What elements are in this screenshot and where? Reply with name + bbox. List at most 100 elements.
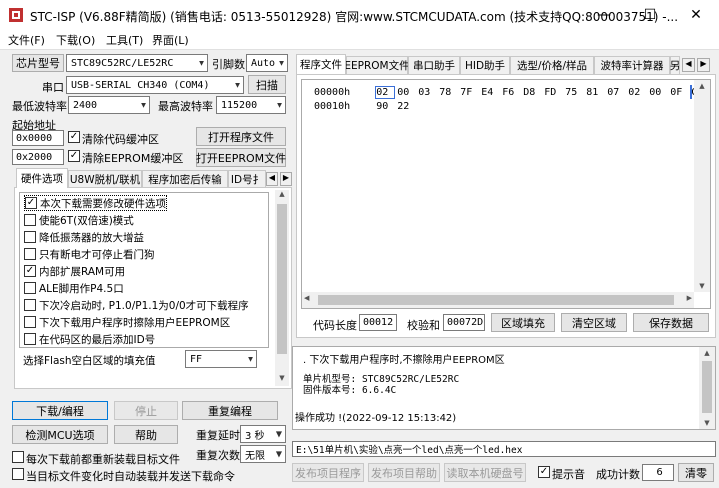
hw-option-checkbox[interactable] [24, 282, 36, 294]
hex-byte[interactable]: F6 [502, 87, 520, 98]
maximize-button[interactable]: ☐ [627, 0, 673, 30]
read-disk-serial-button[interactable]: 读取本机硬盘号 [444, 463, 526, 482]
repeat-delay-select[interactable]: 3 秒 ▼ [240, 425, 286, 443]
hw-option-item[interactable]: ALE脚用作P4.5口 [24, 280, 124, 296]
repeat-count-select[interactable]: 无限 ▼ [240, 445, 286, 463]
tab-program-file[interactable]: 程序文件 [296, 54, 346, 74]
eeprom-start-address-input[interactable]: 0x2000 [12, 149, 64, 165]
scan-button[interactable]: 扫描 [248, 75, 286, 94]
hex-viewer[interactable]: 00000h 020003787FE4F6D8FD75810702000FC2 … [301, 79, 711, 309]
hw-option-checkbox[interactable]: ✓ [25, 197, 37, 209]
tab-selection-price[interactable]: 选型/价格/样品 [510, 56, 594, 74]
tab-scroll-right-icon[interactable]: ▶ [280, 172, 292, 186]
tab-scroll-right-icon[interactable]: ▶ [697, 58, 710, 72]
hex-byte[interactable]: 02 [375, 86, 396, 99]
tab-id[interactable]: ID号扌 [228, 170, 266, 188]
clear-code-checkbox[interactable]: ✓ [68, 131, 80, 143]
menu-file[interactable]: 文件(F) [8, 32, 45, 48]
scroll-down-icon[interactable]: ▼ [699, 419, 715, 427]
log-scrollbar[interactable]: ▲ ▼ [699, 347, 715, 429]
scroll-right-icon[interactable]: ▶ [687, 294, 692, 302]
code-start-address-input[interactable]: 0x0000 [12, 130, 64, 146]
help-button[interactable]: 帮助 [114, 425, 178, 444]
tab-more[interactable]: 另 [670, 56, 680, 74]
open-eeprom-file-button[interactable]: 打开EEPROM文件 [196, 148, 286, 167]
chip-model-select[interactable]: STC89C52RC/LE52RC ▼ [66, 54, 208, 72]
tab-serial-assistant[interactable]: 串口助手 [408, 56, 460, 74]
reprogram-button[interactable]: 重复编程 [182, 401, 278, 420]
hw-option-item[interactable]: 下次冷启动时, P1.0/P1.1为0/0才可下载程序 [24, 297, 249, 313]
hex-horizontal-scrollbar[interactable]: ◀ ▶ [302, 292, 694, 308]
hex-byte[interactable]: 00 [649, 87, 667, 98]
tab-u8w[interactable]: U8W脱机/联机 [68, 170, 142, 188]
hw-option-item[interactable]: 只有断电才可停止看门狗 [24, 246, 155, 262]
hw-options-scrollbar[interactable]: ▲ ▼ [275, 190, 289, 386]
hw-option-checkbox[interactable] [24, 214, 36, 226]
stop-button[interactable]: 停止 [114, 401, 178, 420]
tab-hardware-options[interactable]: 硬件选项 [16, 168, 68, 188]
hw-option-item[interactable]: 使能6T(双倍速)模式 [24, 212, 134, 228]
publish-program-button[interactable]: 发布项目程序 [292, 463, 364, 482]
reload-before-download-checkbox[interactable] [12, 451, 24, 463]
scrollbar-thumb[interactable] [318, 295, 674, 305]
hex-byte[interactable]: 81 [586, 87, 604, 98]
hex-byte[interactable]: D8 [523, 87, 541, 98]
scroll-up-icon[interactable]: ▲ [699, 349, 715, 357]
hex-bytes[interactable]: 90 22 [376, 101, 418, 112]
hex-byte[interactable]: 7F [460, 87, 478, 98]
hw-option-item[interactable]: 下次下载用户程序时擦除用户EEPROM区 [24, 314, 230, 330]
close-button[interactable]: ✕ [673, 0, 719, 30]
hw-option-checkbox[interactable] [24, 231, 36, 243]
hex-byte[interactable]: 90 [376, 101, 394, 112]
hex-byte[interactable]: 75 [565, 87, 583, 98]
hex-vertical-scrollbar[interactable]: ▲ ▼ [694, 80, 710, 292]
auto-reload-checkbox[interactable] [12, 468, 24, 480]
minimize-button[interactable]: — [581, 0, 627, 30]
hw-option-item[interactable]: ✓ 内部扩展RAM可用 [24, 263, 125, 279]
tab-baud-calculator[interactable]: 波特率计算器 [594, 56, 670, 74]
tab-scroll-left-icon[interactable]: ◀ [266, 172, 278, 186]
save-data-button[interactable]: 保存数据 [633, 313, 709, 332]
hw-option-checkbox[interactable]: ✓ [24, 265, 36, 277]
hw-option-checkbox[interactable] [24, 333, 36, 345]
check-mcu-options-button[interactable]: 检测MCU选项 [12, 425, 108, 444]
tab-hid-assistant[interactable]: HID助手 [460, 56, 510, 74]
hex-byte[interactable]: 78 [439, 87, 457, 98]
scroll-up-icon[interactable]: ▲ [275, 190, 289, 202]
hw-option-item[interactable]: ✓ 本次下载需要修改硬件选项 [24, 195, 167, 211]
beep-checkbox[interactable]: ✓ [538, 466, 550, 478]
hex-byte[interactable]: 03 [418, 87, 436, 98]
port-select[interactable]: USB-SERIAL CH340 (COM4) ▼ [66, 76, 244, 94]
download-program-button[interactable]: 下载/编程 [12, 401, 108, 420]
scroll-down-icon[interactable]: ▼ [694, 282, 710, 290]
hex-byte[interactable]: 22 [397, 101, 415, 112]
hex-byte[interactable]: 02 [628, 87, 646, 98]
hex-byte[interactable]: E4 [481, 87, 499, 98]
max-baud-select[interactable]: 115200 ▼ [216, 96, 286, 114]
log-output[interactable]: . 下次下载用户程序时,不擦除用户EEPROM区 单片机型号: STC89C52… [292, 346, 716, 430]
tab-encrypted-transfer[interactable]: 程序加密后传输 [142, 170, 228, 188]
hex-byte[interactable]: 07 [607, 87, 625, 98]
hex-byte[interactable]: 00 [397, 87, 415, 98]
file-path-field[interactable]: E:\51单片机\实验\点亮一个led\点亮一个led.hex [292, 441, 716, 457]
scroll-left-icon[interactable]: ◀ [304, 294, 309, 302]
hex-bytes[interactable]: 020003787FE4F6D8FD75810702000FC2 [375, 86, 712, 99]
menu-tools[interactable]: 工具(T) [106, 32, 143, 48]
hw-option-checkbox[interactable] [24, 316, 36, 328]
clear-region-button[interactable]: 清空区域 [561, 313, 627, 332]
hw-option-checkbox[interactable] [24, 299, 36, 311]
flash-fill-select[interactable]: FF ▼ [185, 350, 257, 368]
clear-eeprom-checkbox[interactable]: ✓ [68, 150, 80, 162]
menu-download[interactable]: 下载(O) [56, 32, 95, 48]
hw-option-item[interactable]: 在代码区的最后添加ID号 [24, 331, 155, 347]
clear-count-button[interactable]: 清零 [678, 463, 714, 482]
min-baud-select[interactable]: 2400 ▼ [68, 96, 150, 114]
hw-option-item[interactable]: 降低振荡器的放大增益 [24, 229, 144, 245]
hex-byte[interactable]: 0F [670, 87, 688, 98]
scrollbar-thumb[interactable] [702, 361, 712, 413]
publish-help-button[interactable]: 发布项目帮助 [368, 463, 440, 482]
fill-region-button[interactable]: 区域填充 [491, 313, 555, 332]
scroll-down-icon[interactable]: ▼ [275, 374, 289, 386]
open-program-file-button[interactable]: 打开程序文件 [196, 127, 286, 146]
scrollbar-thumb[interactable] [277, 204, 287, 354]
